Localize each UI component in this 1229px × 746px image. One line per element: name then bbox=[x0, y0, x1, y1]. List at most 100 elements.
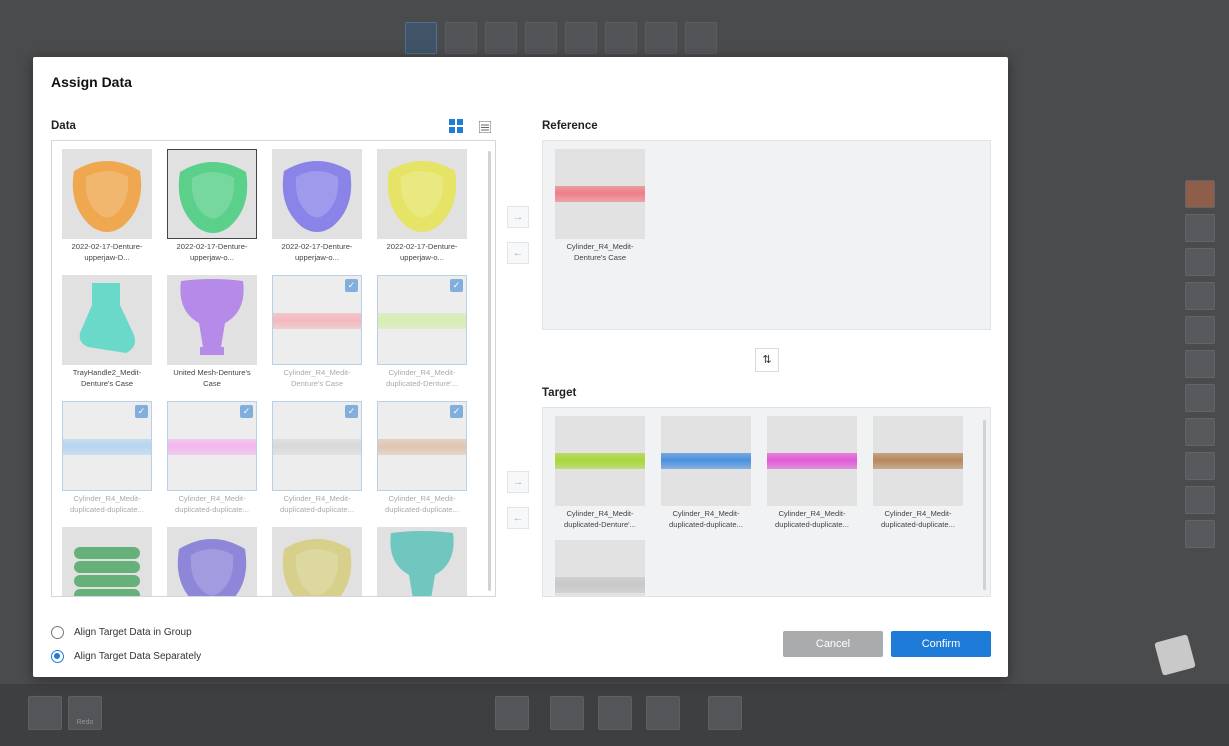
target-scrollbar[interactable] bbox=[983, 420, 986, 590]
data-thumbnail[interactable] bbox=[377, 527, 467, 596]
data-item[interactable]: United Mesh-Denture's Case bbox=[167, 275, 257, 389]
align-separately-option[interactable]: Align Target Data Separately bbox=[51, 650, 201, 663]
target-thumbnail[interactable] bbox=[555, 416, 645, 506]
view-cube-icon[interactable] bbox=[1185, 452, 1215, 480]
data-item[interactable]: 2022-02-17-Denture-upperjaw-o... bbox=[377, 149, 467, 263]
align-group-option[interactable]: Align Target Data in Group bbox=[51, 626, 192, 639]
align-separately-radio[interactable] bbox=[51, 650, 64, 663]
move-to-reference-button[interactable]: → bbox=[507, 206, 529, 228]
data-thumbnail[interactable]: ✓ bbox=[167, 401, 257, 491]
data-thumbnail[interactable]: ✓ bbox=[377, 275, 467, 365]
target-item[interactable] bbox=[555, 540, 645, 596]
data-item-label: United Mesh-Denture's Case bbox=[173, 368, 251, 388]
data-thumbnail[interactable]: ✓ bbox=[272, 401, 362, 491]
data-thumbnail[interactable] bbox=[62, 275, 152, 365]
reference-item[interactable]: Cylinder_R4_Medit-Denture's Case bbox=[555, 149, 645, 263]
dialog-title: Assign Data bbox=[51, 74, 132, 90]
tool-button[interactable] bbox=[708, 696, 742, 730]
tool-button[interactable] bbox=[605, 22, 637, 54]
check-icon[interactable]: ✓ bbox=[345, 405, 358, 418]
data-section-label: Data bbox=[51, 120, 76, 132]
grid-view-icon[interactable] bbox=[449, 119, 463, 133]
check-icon[interactable]: ✓ bbox=[135, 405, 148, 418]
tool-button[interactable] bbox=[485, 22, 517, 54]
move-to-target-button[interactable]: → bbox=[507, 471, 529, 493]
data-thumbnail[interactable]: ✓ bbox=[377, 401, 467, 491]
view-cube-icon[interactable] bbox=[1185, 384, 1215, 412]
check-icon[interactable]: ✓ bbox=[240, 405, 253, 418]
data-item[interactable]: ✓ Cylinder_R4_Medit-duplicated-duplicate.… bbox=[377, 401, 467, 515]
tool-button[interactable] bbox=[495, 696, 529, 730]
tool-button[interactable] bbox=[645, 22, 677, 54]
data-item[interactable] bbox=[62, 527, 152, 596]
remove-from-target-button[interactable]: ← bbox=[507, 507, 529, 529]
tool-button[interactable] bbox=[550, 696, 584, 730]
target-thumbnail[interactable] bbox=[661, 416, 751, 506]
data-thumbnail[interactable] bbox=[377, 149, 467, 239]
data-item[interactable]: 2022-02-17-Denture-upperjaw-D... bbox=[62, 149, 152, 263]
data-item[interactable]: ✓ Cylinder_R4_Medit-duplicated-duplicate.… bbox=[272, 401, 362, 515]
tool-button[interactable] bbox=[685, 22, 717, 54]
target-item[interactable]: Cylinder_R4_Medit-duplicated-duplicate..… bbox=[873, 416, 963, 530]
view-cube-icon[interactable] bbox=[1185, 248, 1215, 276]
align-group-radio[interactable] bbox=[51, 626, 64, 639]
check-icon[interactable]: ✓ bbox=[450, 279, 463, 292]
data-thumbnail[interactable]: ✓ bbox=[272, 275, 362, 365]
sphere-view-icon[interactable] bbox=[1185, 180, 1215, 208]
view-cube-icon[interactable] bbox=[1185, 282, 1215, 310]
target-thumbnail[interactable] bbox=[873, 416, 963, 506]
target-thumbnail[interactable] bbox=[555, 540, 645, 596]
data-item[interactable]: 2022-02-17-Denture-upperjaw-o... bbox=[272, 149, 362, 263]
data-item[interactable]: ✓ Cylinder_R4_Medit-duplicated-Denture'..… bbox=[377, 275, 467, 389]
view-cube-icon[interactable] bbox=[1185, 316, 1215, 344]
data-thumbnail[interactable] bbox=[272, 149, 362, 239]
confirm-button[interactable]: Confirm bbox=[891, 631, 991, 657]
check-icon[interactable]: ✓ bbox=[450, 405, 463, 418]
check-icon[interactable]: ✓ bbox=[345, 279, 358, 292]
cancel-button[interactable]: Cancel bbox=[783, 631, 883, 657]
reset-view-icon[interactable] bbox=[1185, 486, 1215, 514]
target-item[interactable]: Cylinder_R4_Medit-duplicated-duplicate..… bbox=[661, 416, 751, 530]
orientation-widget[interactable] bbox=[1154, 634, 1196, 676]
view-cube-icon[interactable] bbox=[1185, 520, 1215, 548]
data-thumbnail[interactable] bbox=[62, 527, 152, 596]
tool-button[interactable] bbox=[525, 22, 557, 54]
target-item[interactable]: Cylinder_R4_Medit-duplicated-duplicate..… bbox=[767, 416, 857, 530]
data-item[interactable]: ✓ Cylinder_R4_Medit-Denture's Case bbox=[272, 275, 362, 389]
tool-button[interactable] bbox=[598, 696, 632, 730]
remove-from-reference-button[interactable]: ← bbox=[507, 242, 529, 264]
data-thumbnail[interactable] bbox=[167, 275, 257, 365]
target-item[interactable]: Cylinder_R4_Medit-duplicated-Denture'... bbox=[555, 416, 645, 530]
list-view-icon[interactable] bbox=[478, 120, 493, 134]
data-item[interactable]: ✓ Cylinder_R4_Medit-duplicated-duplicate.… bbox=[167, 401, 257, 515]
data-item[interactable]: TrayHandle2_Medit-Denture's Case bbox=[62, 275, 152, 389]
redo-button[interactable]: Redo bbox=[68, 696, 102, 730]
data-item[interactable] bbox=[167, 527, 257, 596]
data-thumbnail[interactable] bbox=[167, 149, 257, 239]
reference-thumbnail[interactable] bbox=[555, 149, 645, 239]
data-item-label: 2022-02-17-Denture-upperjaw-o... bbox=[281, 242, 353, 262]
tool-button[interactable] bbox=[646, 696, 680, 730]
reference-grid: Cylinder_R4_Medit-Denture's Case bbox=[555, 149, 963, 263]
swap-button[interactable]: ⇅ bbox=[755, 348, 779, 372]
data-thumbnail[interactable] bbox=[62, 149, 152, 239]
data-item[interactable]: 2022-02-17-Denture-upperjaw-o... bbox=[167, 149, 257, 263]
target-panel: Cylinder_R4_Medit-duplicated-Denture'...… bbox=[542, 407, 991, 597]
data-item[interactable] bbox=[377, 527, 467, 596]
data-item[interactable]: ✓ Cylinder_R4_Medit-duplicated-duplicate.… bbox=[62, 401, 152, 515]
data-thumbnail[interactable] bbox=[167, 527, 257, 596]
view-cube-icon[interactable] bbox=[1185, 418, 1215, 446]
view-cube-icon[interactable] bbox=[1185, 350, 1215, 378]
data-grid: 2022-02-17-Denture-upperjaw-D... 2022-02-… bbox=[62, 149, 467, 596]
tool-button[interactable] bbox=[565, 22, 597, 54]
data-thumbnail[interactable]: ✓ bbox=[62, 401, 152, 491]
data-item[interactable] bbox=[272, 527, 362, 596]
target-thumbnail[interactable] bbox=[767, 416, 857, 506]
data-scrollbar[interactable] bbox=[488, 151, 491, 591]
undo-button[interactable] bbox=[28, 696, 62, 730]
tool-button[interactable] bbox=[405, 22, 437, 54]
arrow-left-icon: ← bbox=[512, 247, 524, 259]
tool-button[interactable] bbox=[445, 22, 477, 54]
view-cube-icon[interactable] bbox=[1185, 214, 1215, 242]
data-thumbnail[interactable] bbox=[272, 527, 362, 596]
